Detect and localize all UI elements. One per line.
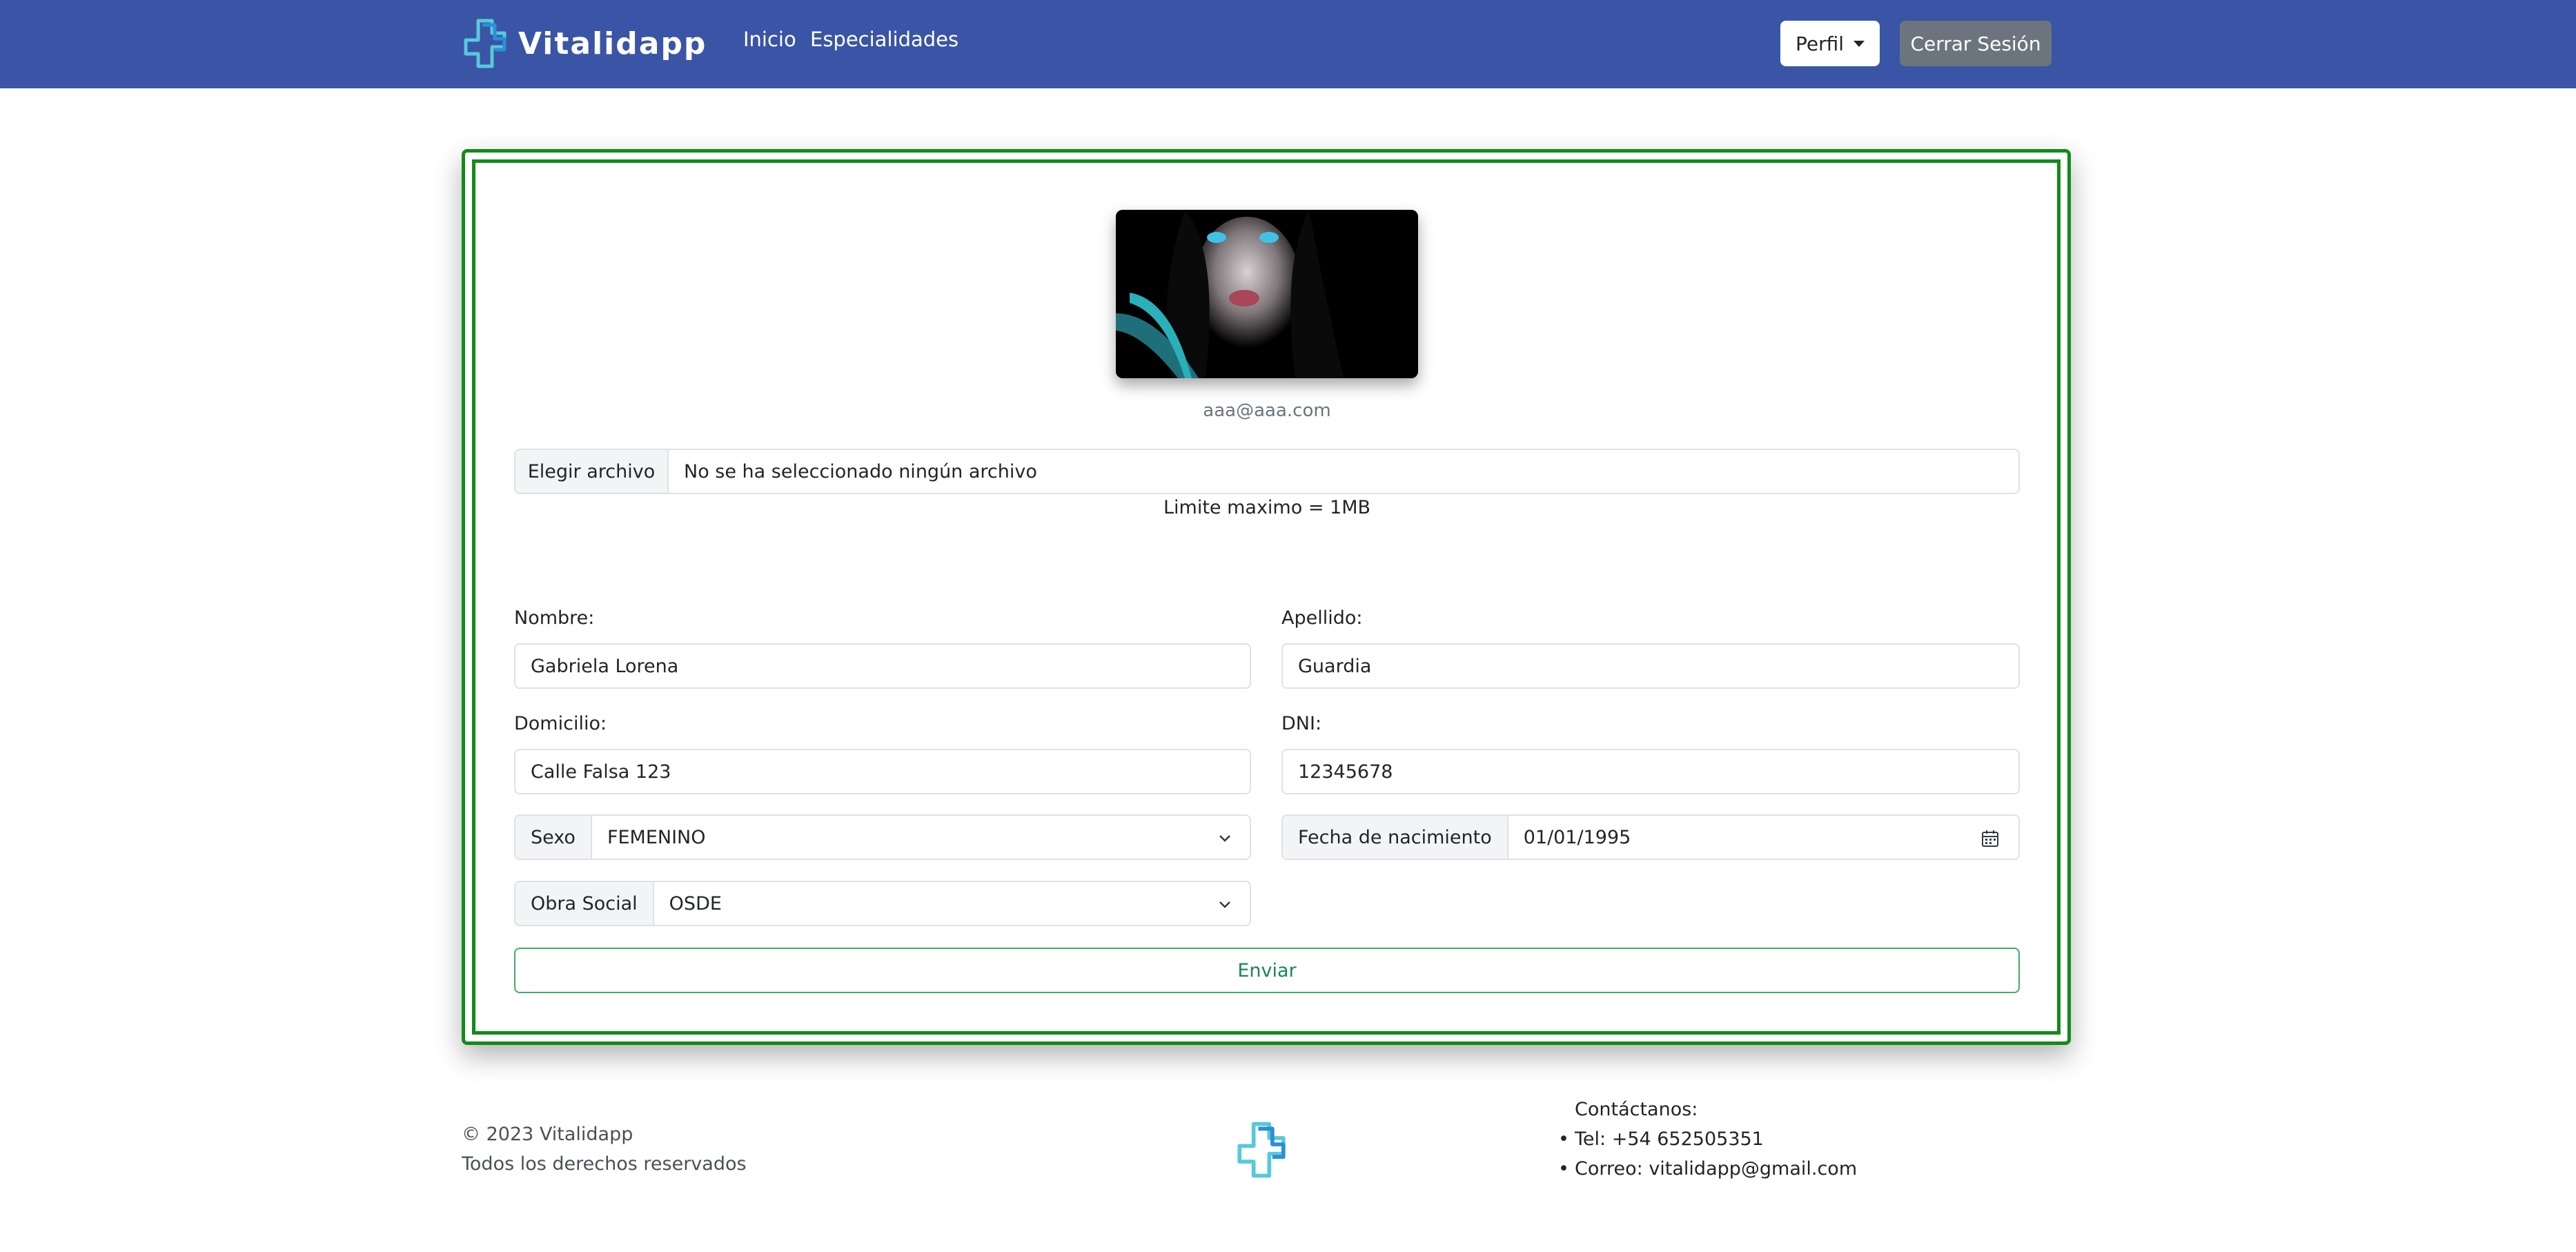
- profile-dropdown-button[interactable]: Perfil: [1780, 21, 1880, 66]
- nombre-label: Nombre:: [514, 607, 595, 629]
- domicilio-input[interactable]: Calle Falsa 123: [514, 749, 1251, 794]
- nav-link-especialidades[interactable]: Especialidades: [810, 28, 958, 51]
- profile-photo-image: [1116, 210, 1418, 378]
- dni-input[interactable]: 12345678: [1281, 749, 2020, 794]
- nav-link-inicio[interactable]: Inicio: [743, 28, 796, 51]
- brand[interactable]: Vitalidapp: [462, 18, 707, 69]
- obra-social-selected-value: OSDE: [669, 892, 722, 914]
- footer-rights: Todos los derechos reservados: [462, 1153, 747, 1175]
- contact-title: Contáctanos:: [1575, 1099, 1698, 1120]
- contact-item-email: • Correo: vitalidapp@gmail.com: [1558, 1158, 1857, 1180]
- top-navbar: Vitalidapp Inicio Especialidades Perfil …: [0, 0, 2576, 88]
- sexo-selected-value: FEMENINO: [607, 826, 706, 848]
- fecha-nacimiento-group: Fecha de nacimiento 01/01/1995: [1281, 814, 2020, 860]
- file-size-limit-text: Limite maximo = 1MB: [1163, 497, 1371, 518]
- logout-button[interactable]: Cerrar Sesión: [1900, 21, 2052, 66]
- dni-label: DNI:: [1281, 713, 1322, 734]
- profile-photo: [1116, 210, 1418, 378]
- sexo-select[interactable]: FEMENINO: [592, 816, 1250, 859]
- submit-button[interactable]: Enviar: [514, 948, 2020, 993]
- medical-cross-logo-icon: [1237, 1122, 1286, 1178]
- fecha-nacimiento-label: Fecha de nacimiento: [1283, 816, 1508, 859]
- contact-email: Correo: vitalidapp@gmail.com: [1575, 1158, 1858, 1180]
- nombre-input[interactable]: Gabriela Lorena: [514, 643, 1251, 689]
- file-input[interactable]: Elegir archivo No se ha seleccionado nin…: [514, 449, 2020, 494]
- obra-social-select[interactable]: OSDE: [654, 882, 1250, 925]
- chevron-down-icon: [1219, 835, 1230, 842]
- apellido-input[interactable]: Guardia: [1281, 643, 2020, 689]
- bullet-icon: •: [1558, 1158, 1569, 1180]
- fecha-nacimiento-input[interactable]: 01/01/1995: [1508, 816, 2018, 859]
- medical-cross-logo-icon: [464, 19, 507, 68]
- domicilio-label: Domicilio:: [514, 713, 607, 734]
- brand-name: Vitalidapp: [518, 26, 707, 61]
- obra-social-label: Obra Social: [515, 882, 654, 925]
- file-status-text: No se ha seleccionado ningún archivo: [684, 460, 1037, 482]
- calendar-icon[interactable]: [1981, 830, 1999, 848]
- chevron-down-icon: [1219, 901, 1230, 908]
- choose-file-button[interactable]: Elegir archivo: [515, 450, 669, 493]
- footer-copyright: © 2023 Vitalidapp: [462, 1124, 633, 1145]
- sexo-label: Sexo: [515, 816, 592, 859]
- contact-phone: Tel: +54 652505351: [1575, 1128, 1764, 1150]
- caret-down-icon: [1854, 40, 1865, 47]
- contact-item-phone: • Tel: +54 652505351: [1558, 1128, 1764, 1150]
- profile-button-label: Perfil: [1795, 32, 1845, 55]
- obra-social-select-group: Obra Social OSDE: [514, 881, 1251, 926]
- user-email: aaa@aaa.com: [1203, 400, 1331, 421]
- bullet-icon: •: [1558, 1128, 1569, 1150]
- sexo-select-group: Sexo FEMENINO: [514, 814, 1251, 860]
- apellido-label: Apellido:: [1281, 607, 1363, 629]
- fecha-nacimiento-value: 01/01/1995: [1523, 826, 1631, 848]
